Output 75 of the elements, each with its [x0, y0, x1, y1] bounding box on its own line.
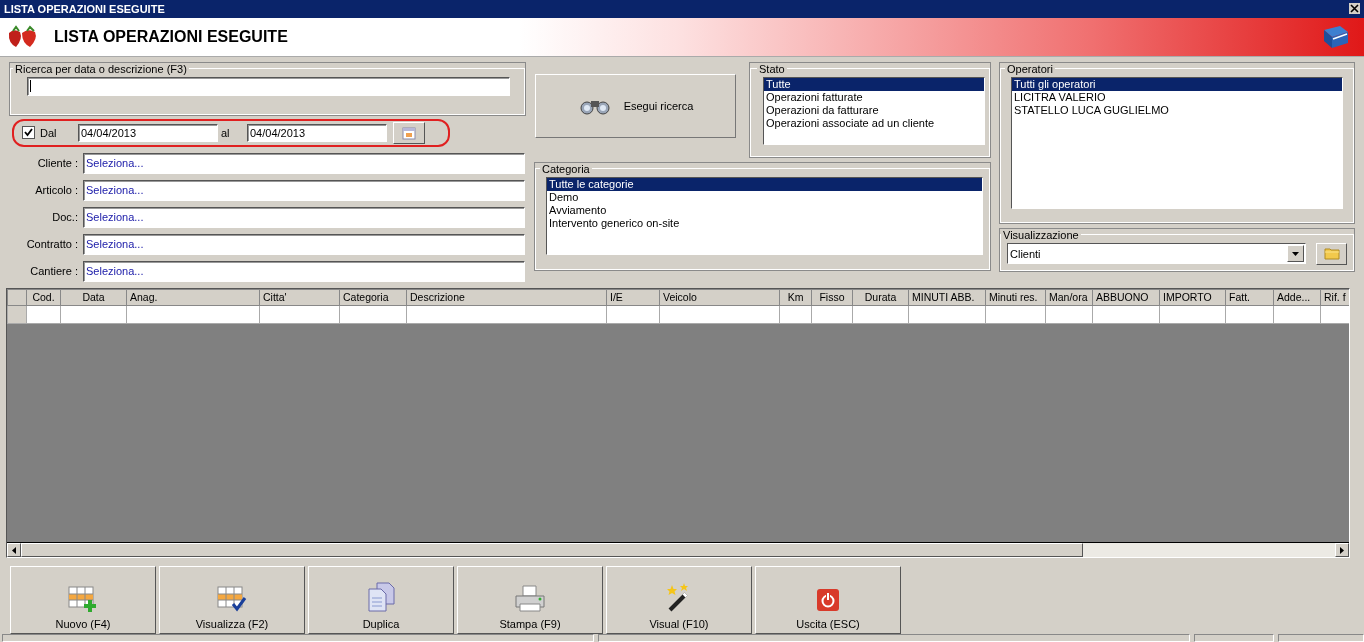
- folder-button[interactable]: [1316, 242, 1347, 265]
- column-header[interactable]: Durata: [852, 289, 909, 305]
- column-header[interactable]: Veicolo: [659, 289, 780, 305]
- action-button[interactable]: Visual (F10): [606, 566, 752, 635]
- calendar-button[interactable]: [393, 121, 425, 144]
- checkbox[interactable]: [22, 126, 35, 140]
- documents-icon: [367, 582, 395, 613]
- group-title: Stato: [758, 62, 786, 75]
- action-button[interactable]: Uscita (ESC): [755, 566, 901, 635]
- field-label: Cliente :: [36, 157, 79, 170]
- column-header[interactable]: Cod.: [26, 289, 61, 305]
- group-title: Ricerca per data o descrizione (F3): [14, 62, 188, 75]
- list-item[interactable]: Demo: [547, 190, 982, 204]
- select-field[interactable]: Seleziona...: [83, 179, 525, 201]
- column-header[interactable]: Anag.: [126, 289, 260, 305]
- column-header[interactable]: IMPORTO: [1159, 289, 1226, 305]
- close-icon[interactable]: [1349, 3, 1360, 15]
- power-icon: [816, 588, 840, 613]
- checkbox-label: Dal: [40, 126, 58, 139]
- column-header[interactable]: Categoria: [339, 289, 407, 305]
- list-item[interactable]: Operazioni da fatturare: [764, 103, 984, 117]
- grid-plus-icon: [68, 586, 98, 613]
- field-label: Doc.:: [51, 211, 79, 224]
- column-header[interactable]: Man/ora: [1045, 289, 1093, 305]
- action-button[interactable]: Nuovo (F4): [10, 566, 156, 635]
- group-title: Operatori: [1006, 62, 1054, 75]
- column-header[interactable]: I/E: [606, 289, 660, 305]
- dropdown-arrow-icon: [1292, 251, 1299, 256]
- group-title: Visualizzazione: [1002, 228, 1080, 241]
- select-field[interactable]: Seleziona...: [83, 152, 525, 174]
- list-item[interactable]: Operazioni associate ad un cliente: [764, 116, 984, 130]
- column-header[interactable]: Fatt.: [1225, 289, 1274, 305]
- column-header[interactable]: Citta': [259, 289, 340, 305]
- field-label: Contratto :: [25, 238, 79, 251]
- column-header[interactable]: MINUTI ABB.: [908, 289, 986, 305]
- date-field[interactable]: 04/04/2013: [247, 123, 387, 142]
- calendar-icon: [402, 125, 416, 140]
- grid-check-icon: [217, 586, 247, 613]
- column-header[interactable]: Rif. f: [1320, 289, 1349, 305]
- column-header[interactable]: Fisso: [811, 289, 853, 305]
- list-item[interactable]: Tutte: [764, 77, 984, 91]
- column-header[interactable]: Adde...: [1273, 289, 1321, 305]
- select-field[interactable]: Seleziona...: [83, 233, 525, 255]
- list-item[interactable]: Avviamento: [547, 203, 982, 217]
- view-dropdown[interactable]: Clienti: [1007, 243, 1306, 265]
- column-header[interactable]: ABBUONO: [1092, 289, 1160, 305]
- column-header[interactable]: Data: [60, 289, 127, 305]
- window-title: LISTA OPERAZIONI ESEGUITE: [4, 2, 165, 15]
- group-title: Categoria: [541, 162, 591, 175]
- list-item[interactable]: Intervento generico on-site: [547, 216, 982, 230]
- list-item[interactable]: STATELLO LUCA GUGLIELMO: [1012, 103, 1342, 117]
- printer-icon: [514, 584, 546, 613]
- page-title: LISTA OPERAZIONI ESEGUITE: [54, 27, 289, 46]
- date-field[interactable]: 04/04/2013: [78, 123, 218, 142]
- action-button[interactable]: Visualizza (F2): [159, 566, 305, 635]
- list-item[interactable]: Operazioni fatturate: [764, 90, 984, 104]
- search-button[interactable]: Esegui ricerca: [535, 73, 736, 138]
- left-arrow-icon: [12, 546, 16, 554]
- action-button[interactable]: Duplica: [308, 566, 454, 635]
- search-field[interactable]: [27, 76, 510, 96]
- folder-icon: [1323, 247, 1340, 261]
- select-field[interactable]: Seleziona...: [83, 206, 525, 228]
- list-item[interactable]: Tutte le categorie: [547, 177, 982, 191]
- field-label: al: [220, 126, 231, 139]
- action-button[interactable]: Stampa (F9): [457, 566, 603, 635]
- field-label: Articolo :: [34, 184, 79, 197]
- select-field[interactable]: Seleziona...: [83, 260, 525, 282]
- field-label: Cantiere :: [29, 265, 79, 278]
- column-header[interactable]: Km: [779, 289, 812, 305]
- column-header[interactable]: Minuti res.: [985, 289, 1046, 305]
- right-arrow-icon: [1340, 546, 1344, 554]
- list-item[interactable]: Tutti gli operatori: [1012, 77, 1342, 91]
- horizontal-scrollbar[interactable]: [7, 542, 1349, 558]
- list-item[interactable]: LICITRA VALERIO: [1012, 90, 1342, 104]
- column-header[interactable]: Descrizione: [406, 289, 607, 305]
